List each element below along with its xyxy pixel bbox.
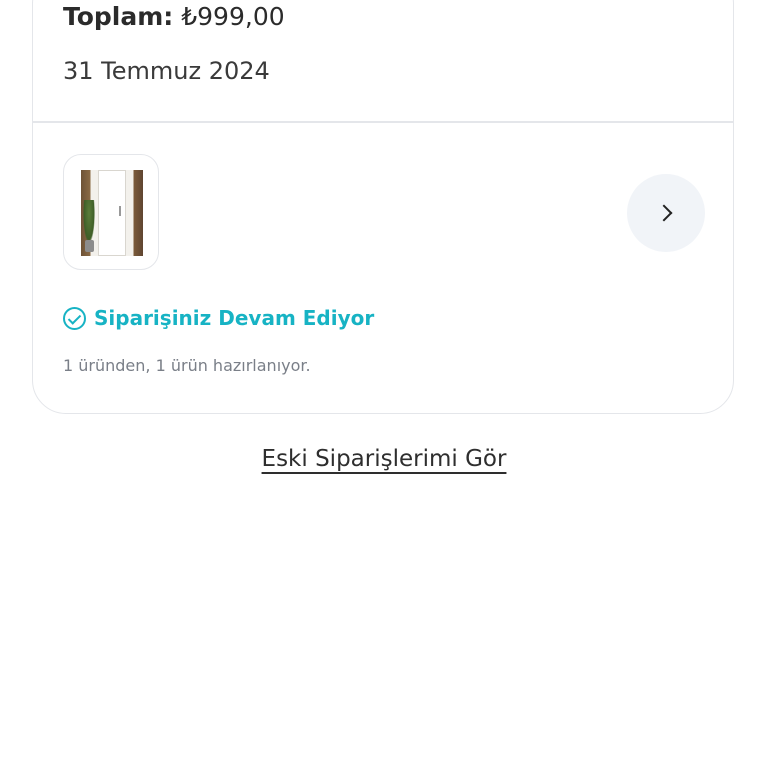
check-circle-icon (63, 306, 86, 330)
order-detail-button[interactable] (627, 174, 705, 252)
order-card: Toplam: ₺999,00 31 Temmuz 2024 Siparişin… (32, 0, 734, 414)
wardrobe-image (81, 170, 143, 256)
order-status: Siparişiniz Devam Ediyor (63, 306, 374, 330)
chevron-right-icon (655, 204, 673, 222)
order-date: 31 Temmuz 2024 (63, 57, 270, 85)
order-total: Toplam: ₺999,00 (63, 0, 285, 34)
order-total-value: ₺999,00 (181, 2, 285, 31)
product-thumbnail[interactable] (63, 154, 159, 270)
order-total-label: Toplam: (63, 2, 174, 31)
divider (33, 121, 733, 123)
order-status-text: Siparişiniz Devam Ediyor (94, 306, 375, 330)
old-orders-link[interactable]: Eski Siparişlerimi Gör (0, 446, 768, 472)
order-status-detail: 1 üründen, 1 ürün hazırlanıyor. (63, 356, 311, 375)
